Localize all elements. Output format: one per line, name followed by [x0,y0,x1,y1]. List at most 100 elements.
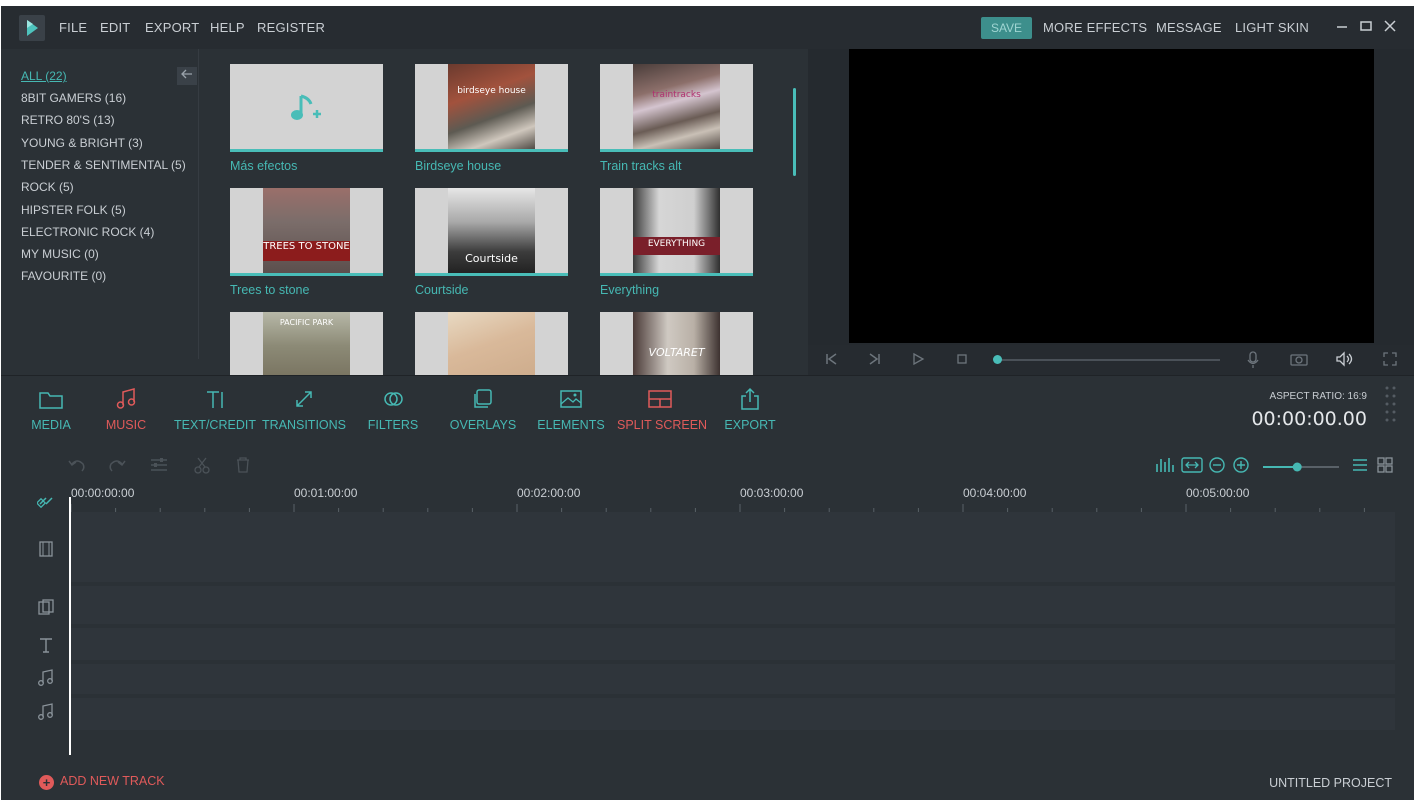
video-track[interactable] [71,512,1395,582]
tool-export[interactable]: EXPORT [720,386,780,432]
track-area [1,512,1414,766]
skip-forward-icon[interactable] [866,351,884,370]
category-electronic-rock[interactable]: ELECTRONIC ROCK (4) [21,225,154,239]
overlays-icon [448,386,518,412]
category-sidebar: ALL (22) 8BIT GAMERS (16) RETRO 80'S (13… [1,49,201,375]
music-track-2[interactable] [71,698,1395,730]
seek-bar[interactable] [996,359,1220,361]
tool-overlays[interactable]: OVERLAYS [448,386,518,432]
play-icon[interactable] [909,351,927,370]
playhead[interactable] [69,497,71,755]
music-tile-pacific-park[interactable]: PACIFIC PARK [230,312,383,375]
category-my-music[interactable]: MY MUSIC (0) [21,247,99,261]
tool-transitions[interactable]: TRANSITIONS [261,386,347,432]
text-track[interactable] [71,628,1395,660]
tile-thumbnail: traintracks [600,64,753,152]
snapshot-icon[interactable] [1290,351,1308,370]
volume-icon[interactable] [1335,351,1353,370]
music-track-1[interactable] [71,664,1395,694]
seek-handle[interactable] [993,355,1002,364]
redo-icon[interactable] [107,456,127,479]
category-young-bright[interactable]: YOUNG & BRIGHT (3) [21,136,143,150]
category-rock[interactable]: ROCK (5) [21,180,74,194]
menu-edit[interactable]: EDIT [100,20,130,35]
music-tile-courtside[interactable]: Courtside Courtside [415,188,568,297]
category-all[interactable]: ALL (22) [21,69,67,83]
sidebar-divider [198,49,199,359]
music-tile-more-effects[interactable]: Más efectos [230,64,383,173]
category-8bit-gamers[interactable]: 8BIT GAMERS (16) [21,91,126,105]
fullscreen-icon[interactable] [1381,351,1399,370]
music-grid: Más efectos birdseye house Birdseye hous… [201,49,806,375]
message-link[interactable]: MESSAGE [1156,20,1222,35]
tile-label: Trees to stone [230,283,310,297]
tool-split-screen[interactable]: SPLIT SCREEN [617,386,707,432]
drag-handle-icon[interactable] [1384,384,1398,428]
fit-timeline-icon[interactable] [1181,456,1203,479]
music-track-icon [37,703,57,723]
tile-thumbnail: PACIFIC PARK [230,312,383,375]
maximize-icon[interactable] [1357,17,1375,35]
tool-filters[interactable]: FILTERS [363,386,423,432]
category-retro-80s[interactable]: RETRO 80'S (13) [21,113,115,127]
tile-thumbnail: TREES TO STONE [230,188,383,276]
menu-file[interactable]: FILE [59,20,87,35]
grid-view-icon[interactable] [1376,456,1394,479]
add-music-icon [291,94,321,120]
save-button[interactable]: SAVE [981,17,1032,39]
tool-music[interactable]: MUSIC [96,386,156,432]
zoom-out-icon[interactable] [1208,456,1226,479]
microphone-icon[interactable] [1244,351,1262,372]
text-icon [173,386,257,412]
album-art: PACIFIC PARK [263,312,350,375]
zoom-slider[interactable] [1263,460,1339,478]
minimize-icon[interactable] [1333,17,1351,35]
album-art: traintracks [633,64,720,149]
audio-mixer-icon[interactable] [1154,456,1176,479]
snap-icon[interactable] [35,490,57,513]
menu-register[interactable]: REGISTER [257,20,325,35]
tool-elements[interactable]: ELEMENTS [537,386,605,432]
menu-help[interactable]: HELP [210,20,245,35]
overlay-track[interactable] [71,586,1395,624]
list-view-icon[interactable] [1351,456,1369,479]
close-icon[interactable] [1381,17,1399,35]
music-tile-trees-to-stone[interactable]: TREES TO STONE Trees to stone [230,188,383,297]
music-tile-everything[interactable]: EVERYTHING Everything [600,188,753,297]
tile-thumbnail: Courtside [415,188,568,276]
tile-label: Courtside [415,283,469,297]
adjust-icon[interactable] [149,456,169,479]
category-tender-sentimental[interactable]: TENDER & SENTIMENTAL (5) [21,158,186,172]
overlay-track-icon [37,598,57,618]
menu-export[interactable]: EXPORT [145,20,199,35]
category-hipster-folk[interactable]: HIPSTER FOLK (5) [21,203,126,217]
export-icon [720,386,780,412]
preview-screen [849,49,1374,343]
playback-controls [808,345,1414,375]
cut-icon[interactable] [193,456,211,479]
light-skin-link[interactable]: LIGHT SKIN [1235,20,1309,35]
main-toolbar: MEDIA MUSIC TEXT/CREDIT TRANSITIONS FILT… [1,375,1414,448]
category-favourite[interactable]: FAVOURITE (0) [21,269,106,283]
music-tile-voltaret[interactable]: VOLTARET [600,312,753,375]
ruler-tick-label: 00:05:00:00 [1186,486,1250,500]
collapse-sidebar-button[interactable] [177,67,197,85]
ruler-tick-label: 00:03:00:00 [740,486,804,500]
more-effects-link[interactable]: MORE EFFECTS [1043,20,1147,35]
stop-icon[interactable] [953,351,971,370]
tile-label: Everything [600,283,660,297]
tool-media[interactable]: MEDIA [21,386,81,432]
delete-icon[interactable] [234,456,252,479]
music-tile-train-tracks-alt[interactable]: traintracks Train tracks alt [600,64,753,173]
skip-back-icon[interactable] [822,351,840,370]
tool-text-credit[interactable]: TEXT/CREDIT [173,386,257,432]
undo-icon[interactable] [67,456,87,479]
add-new-track-button[interactable]: + ADD NEW TRACK [39,774,165,790]
ruler-tick-label: 00:01:00:00 [294,486,358,500]
music-tile-8[interactable] [415,312,568,375]
music-tile-birdseye-house[interactable]: birdseye house Birdseye house [415,64,568,173]
timecode-display: 00:00:00.00 [1251,408,1367,430]
grid-scrollbar[interactable] [793,88,796,176]
zoom-in-icon[interactable] [1232,456,1250,479]
text-track-icon [37,636,57,656]
